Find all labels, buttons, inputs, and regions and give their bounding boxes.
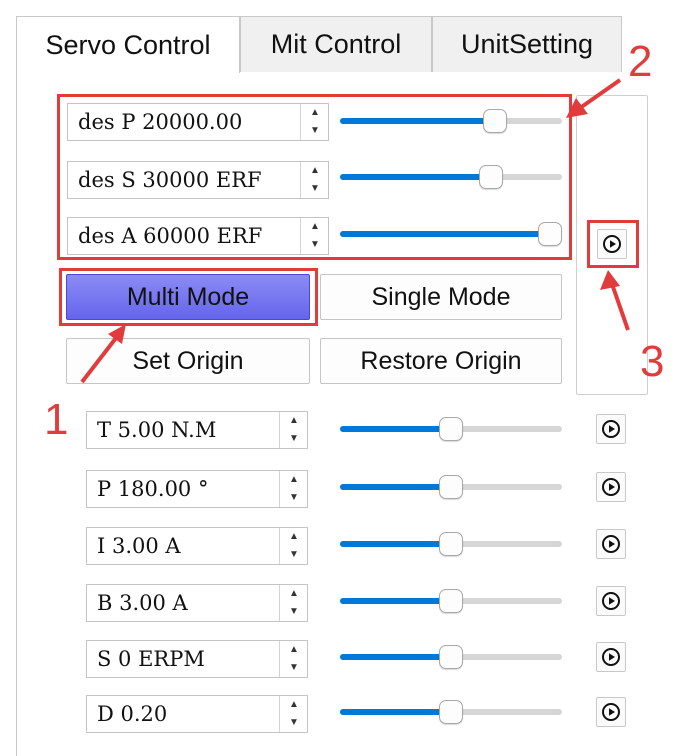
single-mode-label: Single Mode xyxy=(371,282,511,311)
chevron-up-icon[interactable]: ▲ xyxy=(280,641,308,659)
tab-label: UnitSetting xyxy=(460,29,594,59)
torque-spinbox[interactable]: T 5.00 N.M ▲ ▼ xyxy=(86,411,308,449)
tab-servo-control[interactable]: Servo Control xyxy=(16,16,240,73)
tab-label: Mit Control xyxy=(270,29,402,59)
set-origin-label: Set Origin xyxy=(132,346,244,375)
chevron-down-icon[interactable]: ▼ xyxy=(280,603,308,621)
current-run-button[interactable] xyxy=(596,529,626,559)
slider-handle[interactable] xyxy=(439,700,463,724)
position-run-button[interactable] xyxy=(596,472,626,502)
slider-handle[interactable] xyxy=(439,645,463,669)
duty-run-button[interactable] xyxy=(596,697,626,727)
slider-fill xyxy=(340,541,451,547)
single-mode-button[interactable]: Single Mode xyxy=(320,274,562,320)
play-circle-icon xyxy=(602,478,620,496)
annotation-label-1: 1 xyxy=(44,395,69,444)
chevron-up-icon[interactable]: ▲ xyxy=(280,585,308,603)
restore-origin-button[interactable]: Restore Origin xyxy=(320,338,562,384)
spin-arrows: ▲ ▼ xyxy=(279,528,307,564)
play-circle-icon xyxy=(602,420,620,438)
chevron-down-icon[interactable]: ▼ xyxy=(280,546,308,564)
duty-value: D 0.20 xyxy=(97,702,168,726)
current-slider[interactable] xyxy=(340,531,562,557)
spin-arrows: ▲ ▼ xyxy=(279,585,307,621)
torque-slider[interactable] xyxy=(340,416,562,442)
position-value: P 180.00 ° xyxy=(97,477,209,501)
brake-value: B 3.00 A xyxy=(97,591,188,615)
play-circle-icon xyxy=(602,535,620,553)
current-spinbox[interactable]: I 3.00 A ▲ ▼ xyxy=(86,527,308,565)
spin-arrows: ▲ ▼ xyxy=(279,412,307,448)
speed-spinbox[interactable]: S 0 ERPM ▲ ▼ xyxy=(86,640,308,678)
slider-fill xyxy=(340,709,451,715)
restore-origin-label: Restore Origin xyxy=(360,346,522,375)
chevron-down-icon[interactable]: ▼ xyxy=(280,489,308,507)
play-circle-icon xyxy=(602,592,620,610)
slider-handle[interactable] xyxy=(439,417,463,441)
tab-label: Servo Control xyxy=(45,29,211,60)
chevron-up-icon[interactable]: ▲ xyxy=(280,696,308,714)
brake-run-button[interactable] xyxy=(596,586,626,616)
chevron-up-icon[interactable]: ▲ xyxy=(280,528,308,546)
slider-fill xyxy=(340,598,451,604)
play-circle-icon xyxy=(602,703,620,721)
position-slider[interactable] xyxy=(340,474,562,500)
annotation-box-run-button xyxy=(587,220,639,268)
slider-handle[interactable] xyxy=(439,589,463,613)
speed-slider[interactable] xyxy=(340,644,562,670)
spin-arrows: ▲ ▼ xyxy=(279,696,307,732)
chevron-down-icon[interactable]: ▼ xyxy=(280,659,308,677)
spin-arrows: ▲ ▼ xyxy=(279,641,307,677)
chevron-down-icon[interactable]: ▼ xyxy=(280,714,308,732)
current-value: I 3.00 A xyxy=(97,534,181,558)
position-spinbox[interactable]: P 180.00 ° ▲ ▼ xyxy=(86,470,308,508)
annotation-box-multi-mode xyxy=(59,268,318,326)
play-circle-icon xyxy=(602,648,620,666)
chevron-up-icon[interactable]: ▲ xyxy=(280,471,308,489)
annotation-box-des-fields xyxy=(57,94,572,260)
slider-fill xyxy=(340,426,451,432)
torque-value: T 5.00 N.M xyxy=(97,418,217,442)
brake-slider[interactable] xyxy=(340,588,562,614)
slider-handle[interactable] xyxy=(439,475,463,499)
annotation-label-2: 2 xyxy=(628,37,653,86)
annotation-label-3: 3 xyxy=(640,337,665,386)
slider-fill xyxy=(340,484,451,490)
tab-mit-control[interactable]: Mit Control xyxy=(240,16,432,72)
slider-fill xyxy=(340,654,451,660)
torque-run-button[interactable] xyxy=(596,414,626,444)
speed-value: S 0 ERPM xyxy=(97,647,205,671)
tab-unit-setting[interactable]: UnitSetting xyxy=(432,16,622,72)
duty-spinbox[interactable]: D 0.20 ▲ ▼ xyxy=(86,695,308,733)
brake-spinbox[interactable]: B 3.00 A ▲ ▼ xyxy=(86,584,308,622)
duty-slider[interactable] xyxy=(340,699,562,725)
set-origin-button[interactable]: Set Origin xyxy=(66,338,310,384)
chevron-down-icon[interactable]: ▼ xyxy=(280,430,308,448)
speed-run-button[interactable] xyxy=(596,642,626,672)
slider-handle[interactable] xyxy=(439,532,463,556)
chevron-up-icon[interactable]: ▲ xyxy=(280,412,308,430)
spin-arrows: ▲ ▼ xyxy=(279,471,307,507)
